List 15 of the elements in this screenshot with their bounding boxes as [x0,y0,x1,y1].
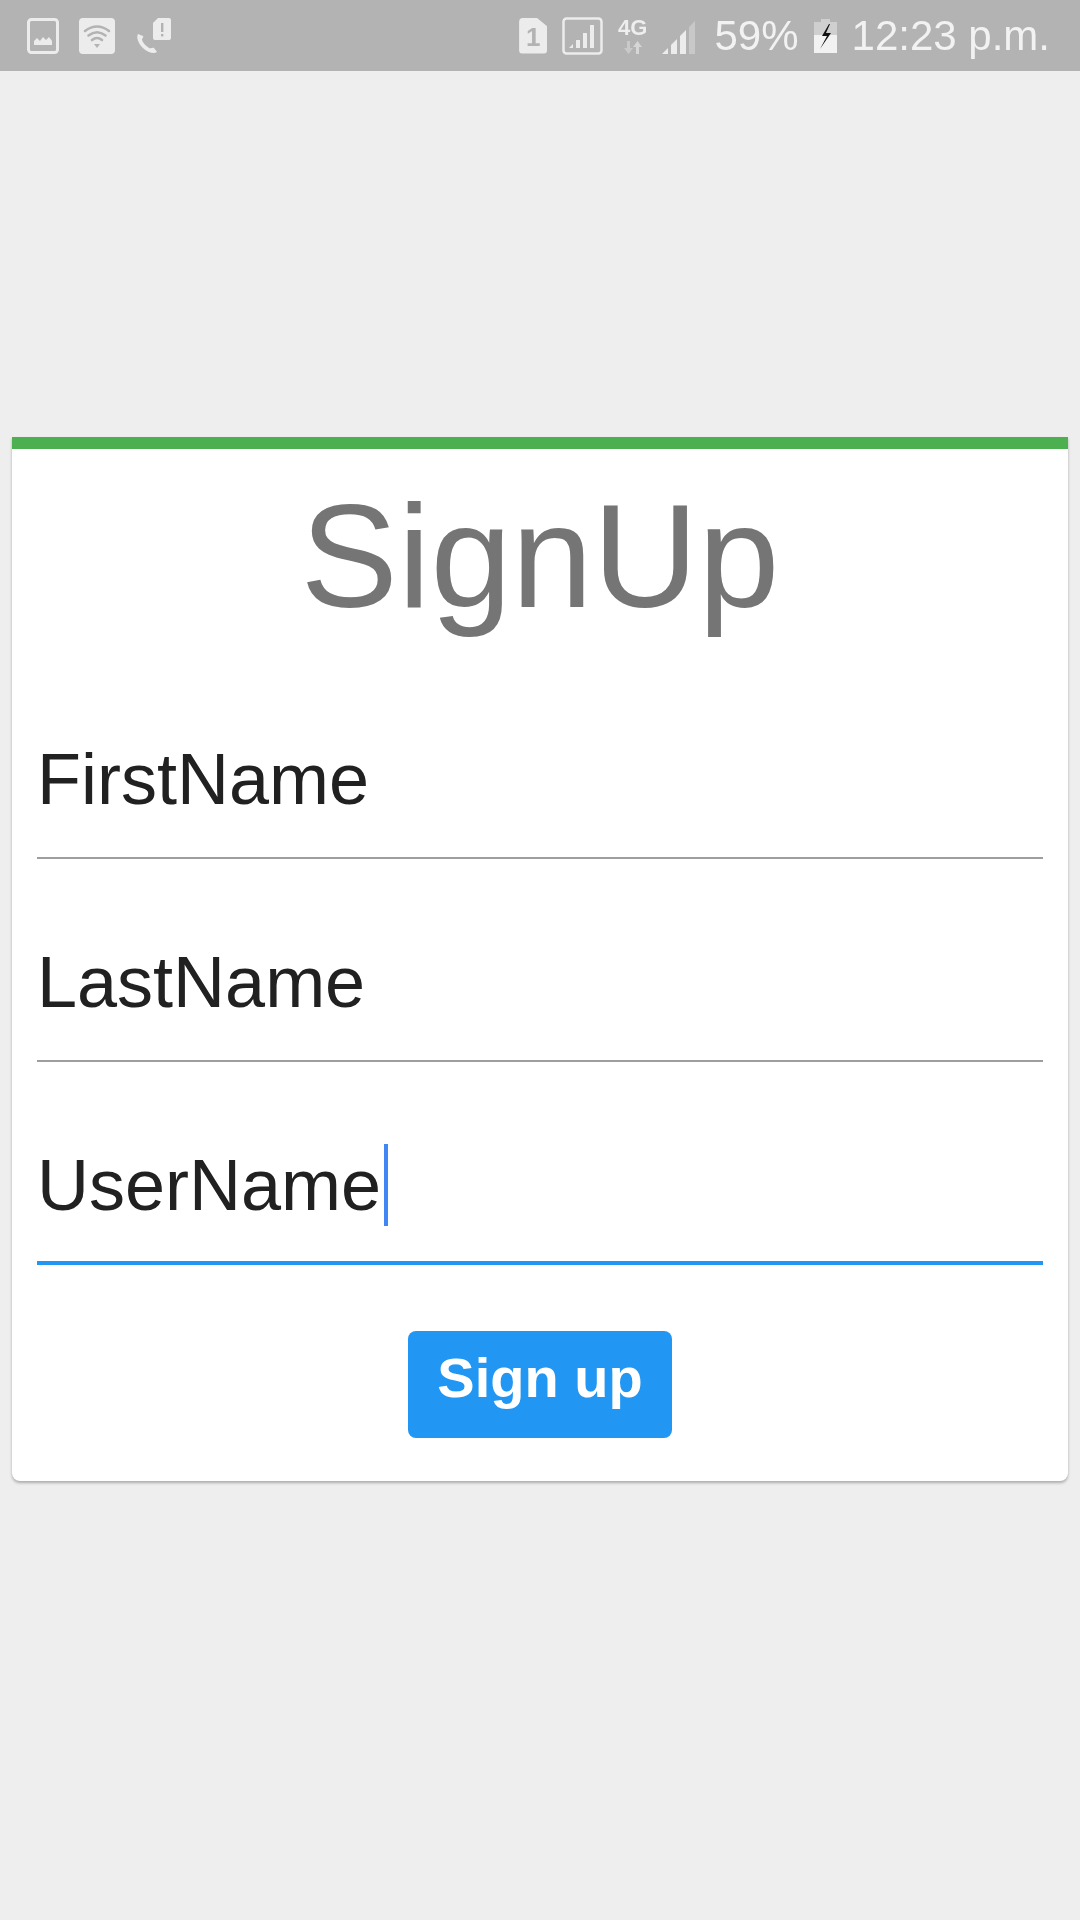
clock-time: 12:23 p.m. [851,14,1050,57]
network-type-label: 4G [618,17,648,39]
text-field[interactable]: UserName [37,1144,1043,1265]
data-arrows-icon [621,41,644,54]
battery-percentage: 59% [714,14,799,57]
signal-strength-icon [562,16,604,55]
text-cursor-icon [384,1144,389,1226]
text-field[interactable]: FirstName [37,738,1043,859]
picture-icon [27,17,59,54]
wifi-icon [79,17,115,54]
sim-slot-label: 1 [519,17,548,54]
text-field[interactable]: LastName [37,941,1043,1062]
battery-charging-icon [813,18,837,53]
phone-alert-icon [135,17,171,54]
form-title: SignUp [300,474,780,640]
